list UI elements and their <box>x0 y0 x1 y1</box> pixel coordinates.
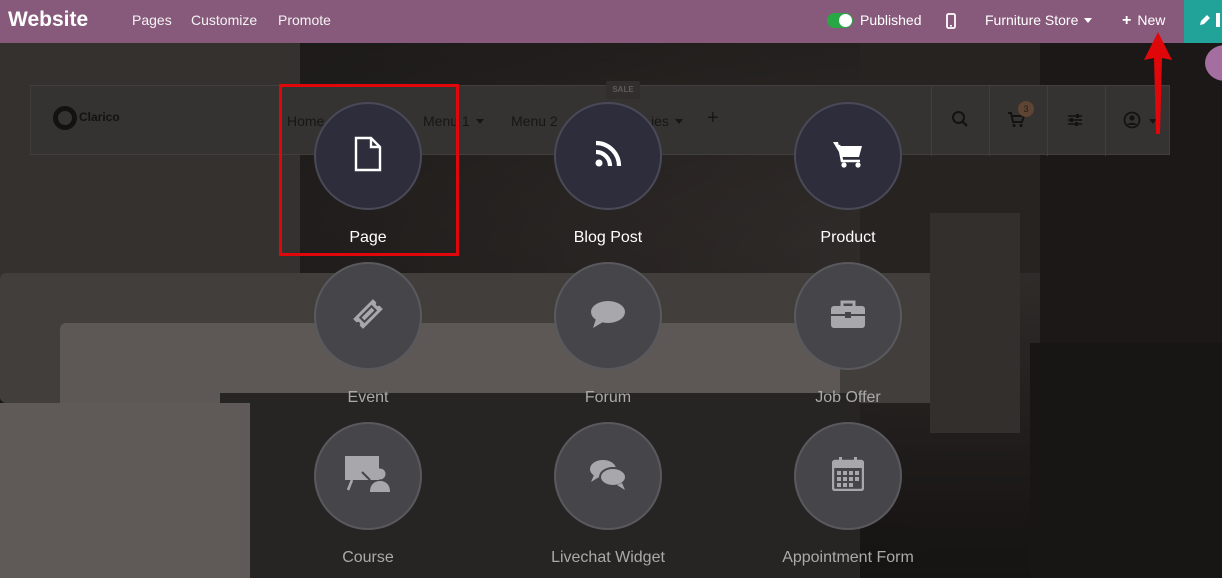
new-event-option[interactable]: Event <box>248 262 488 422</box>
cart-icon <box>832 140 864 173</box>
tile-label: Forum <box>584 389 632 406</box>
menu-pages[interactable]: Pages <box>132 12 172 28</box>
new-forum-option[interactable]: Forum <box>488 262 728 422</box>
new-product-circle[interactable] <box>794 102 902 210</box>
published-toggle[interactable] <box>827 13 853 28</box>
new-appointment-form-circle[interactable] <box>794 422 902 530</box>
edit-button[interactable] <box>1184 0 1222 43</box>
calendar-icon <box>831 456 865 496</box>
rss-icon <box>594 140 622 173</box>
new-content-button[interactable]: + New <box>1122 12 1165 30</box>
edit-label-clipped <box>1216 13 1220 27</box>
new-product-option[interactable]: Product <box>728 102 968 262</box>
new-forum-circle[interactable] <box>554 262 662 370</box>
tile-label: Job Offer <box>815 389 881 406</box>
comments-icon <box>589 458 627 495</box>
ticket-icon <box>349 295 387 338</box>
app-title[interactable]: Website <box>8 8 88 32</box>
pencil-icon <box>1198 14 1211 32</box>
briefcase-icon <box>830 299 866 334</box>
new-job-offer-option[interactable]: Job Offer <box>728 262 968 422</box>
page-option-highlight <box>279 84 459 256</box>
published-label[interactable]: Published <box>860 12 922 28</box>
comment-icon <box>590 299 626 334</box>
new-job-offer-circle[interactable] <box>794 262 902 370</box>
new-course-option[interactable]: Course <box>248 422 488 578</box>
mobile-preview-icon[interactable] <box>946 13 956 34</box>
presentation-icon <box>344 454 392 499</box>
new-livechat-widget-option[interactable]: Livechat Widget <box>488 422 728 578</box>
chevron-down-icon <box>1084 18 1093 23</box>
website-selector[interactable]: Furniture Store <box>985 12 1093 28</box>
new-livechat-widget-circle[interactable] <box>554 422 662 530</box>
tile-label: Blog Post <box>573 229 643 246</box>
tile-label: Appointment Form <box>782 549 914 566</box>
new-blog-post-circle[interactable] <box>554 102 662 210</box>
toggle-knob <box>839 14 852 27</box>
website-admin-bar: Website Pages Customize Promote Publishe… <box>0 0 1222 43</box>
new-blog-post-option[interactable]: Blog Post <box>488 102 728 262</box>
tile-label: Livechat Widget <box>551 549 665 566</box>
plus-icon: + <box>1122 12 1132 29</box>
new-event-circle[interactable] <box>314 262 422 370</box>
menu-promote[interactable]: Promote <box>278 12 331 28</box>
annotation-arrow <box>1144 32 1172 134</box>
tile-label: Product <box>820 229 876 246</box>
new-course-circle[interactable] <box>314 422 422 530</box>
menu-customize[interactable]: Customize <box>191 12 257 28</box>
new-appointment-form-option[interactable]: Appointment Form <box>728 422 968 578</box>
tile-label: Course <box>342 549 394 566</box>
tile-label: Event <box>347 389 389 406</box>
